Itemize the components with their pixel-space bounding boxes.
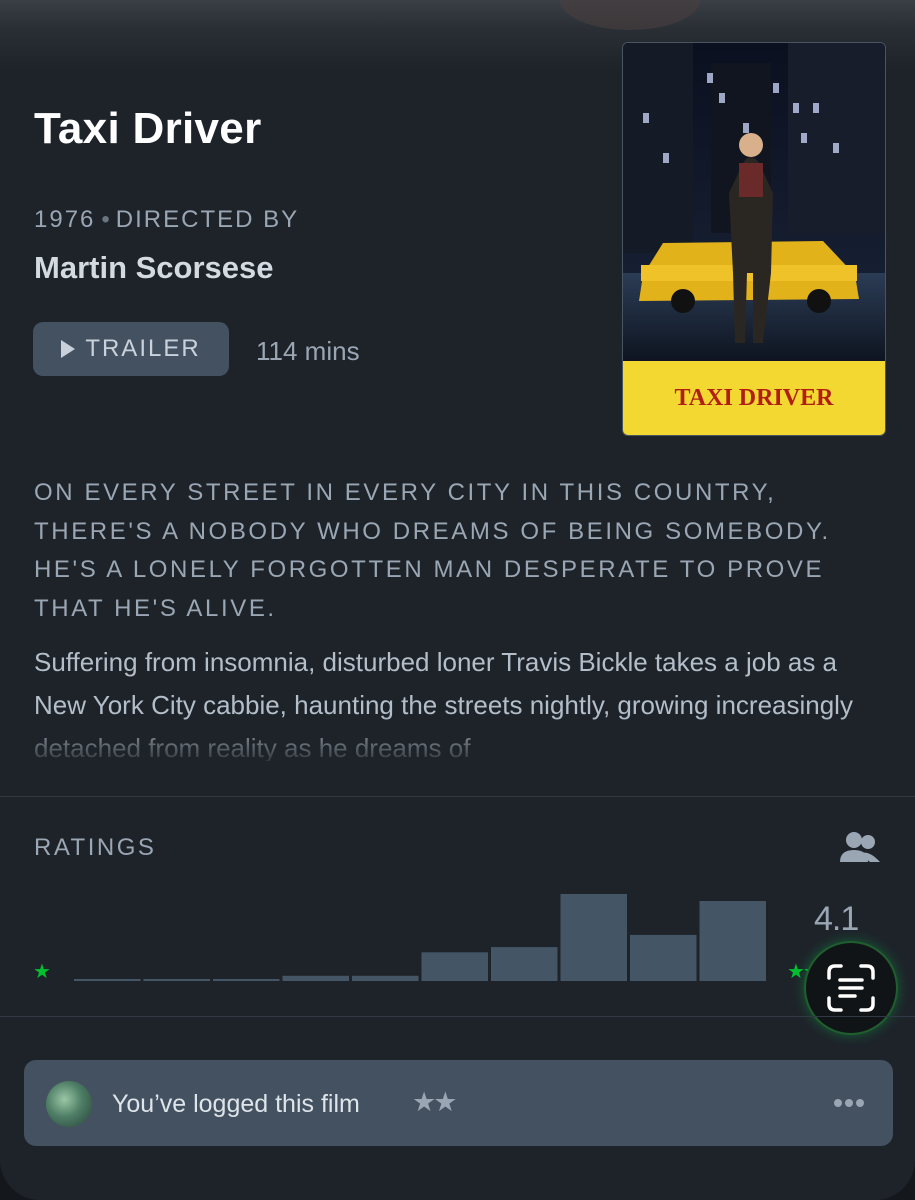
scan-text-button[interactable] [806,943,896,1033]
logged-film-bar[interactable]: You’ve logged this film ★★ [24,1060,893,1146]
director-name[interactable]: Martin Scorsese [34,250,274,286]
film-poster[interactable]: TAXI DRIVER [622,42,886,436]
histogram-bar[interactable] [143,979,211,981]
histogram-bar[interactable] [421,952,489,981]
scan-text-icon [827,964,875,1012]
film-title: Taxi Driver [34,104,262,153]
trailer-button[interactable]: TRAILER [33,322,229,376]
histogram-bar[interactable] [213,979,280,981]
histogram-bar[interactable] [491,947,558,981]
user-rating-stars: ★★ [412,1087,457,1117]
avatar[interactable] [46,1081,92,1127]
film-tagline: ON EVERY STREET IN EVERY CITY IN THIS CO… [34,479,831,622]
play-icon [61,340,76,358]
logged-text: You’ve logged this film [112,1090,360,1118]
ratings-histogram[interactable] [74,880,766,981]
section-divider [0,796,915,797]
release-year[interactable]: 1976 [34,206,95,233]
people-icon[interactable] [838,830,882,864]
film-detail-screen: Taxi Driver 1976 • DIRECTED BY Martin Scor… [0,0,915,1200]
directed-by-label: DIRECTED BY [115,206,300,233]
average-rating[interactable]: 4.1 [814,900,859,939]
histogram-bar[interactable] [352,975,419,981]
more-dots-icon[interactable] [834,1099,864,1107]
meta-separator: • [101,206,110,233]
film-synopsis[interactable]: Suffering from insomnia, disturbed loner… [34,641,884,761]
film-meta: 1976 • DIRECTED BY [34,206,299,234]
histogram-bar[interactable] [630,934,697,981]
histogram-bar[interactable] [560,894,628,981]
section-divider-bottom [0,1016,915,1017]
histogram-bar[interactable] [699,901,767,981]
histogram-bar[interactable] [282,975,350,981]
histogram-bar[interactable] [74,979,141,981]
trailer-label: TRAILER [85,335,201,362]
ratings-heading: RATINGS [34,834,157,861]
poster-title-text: TAXI DRIVER [675,385,835,411]
min-star-icon: ★ [33,961,51,983]
runtime: 114 mins [256,336,360,366]
